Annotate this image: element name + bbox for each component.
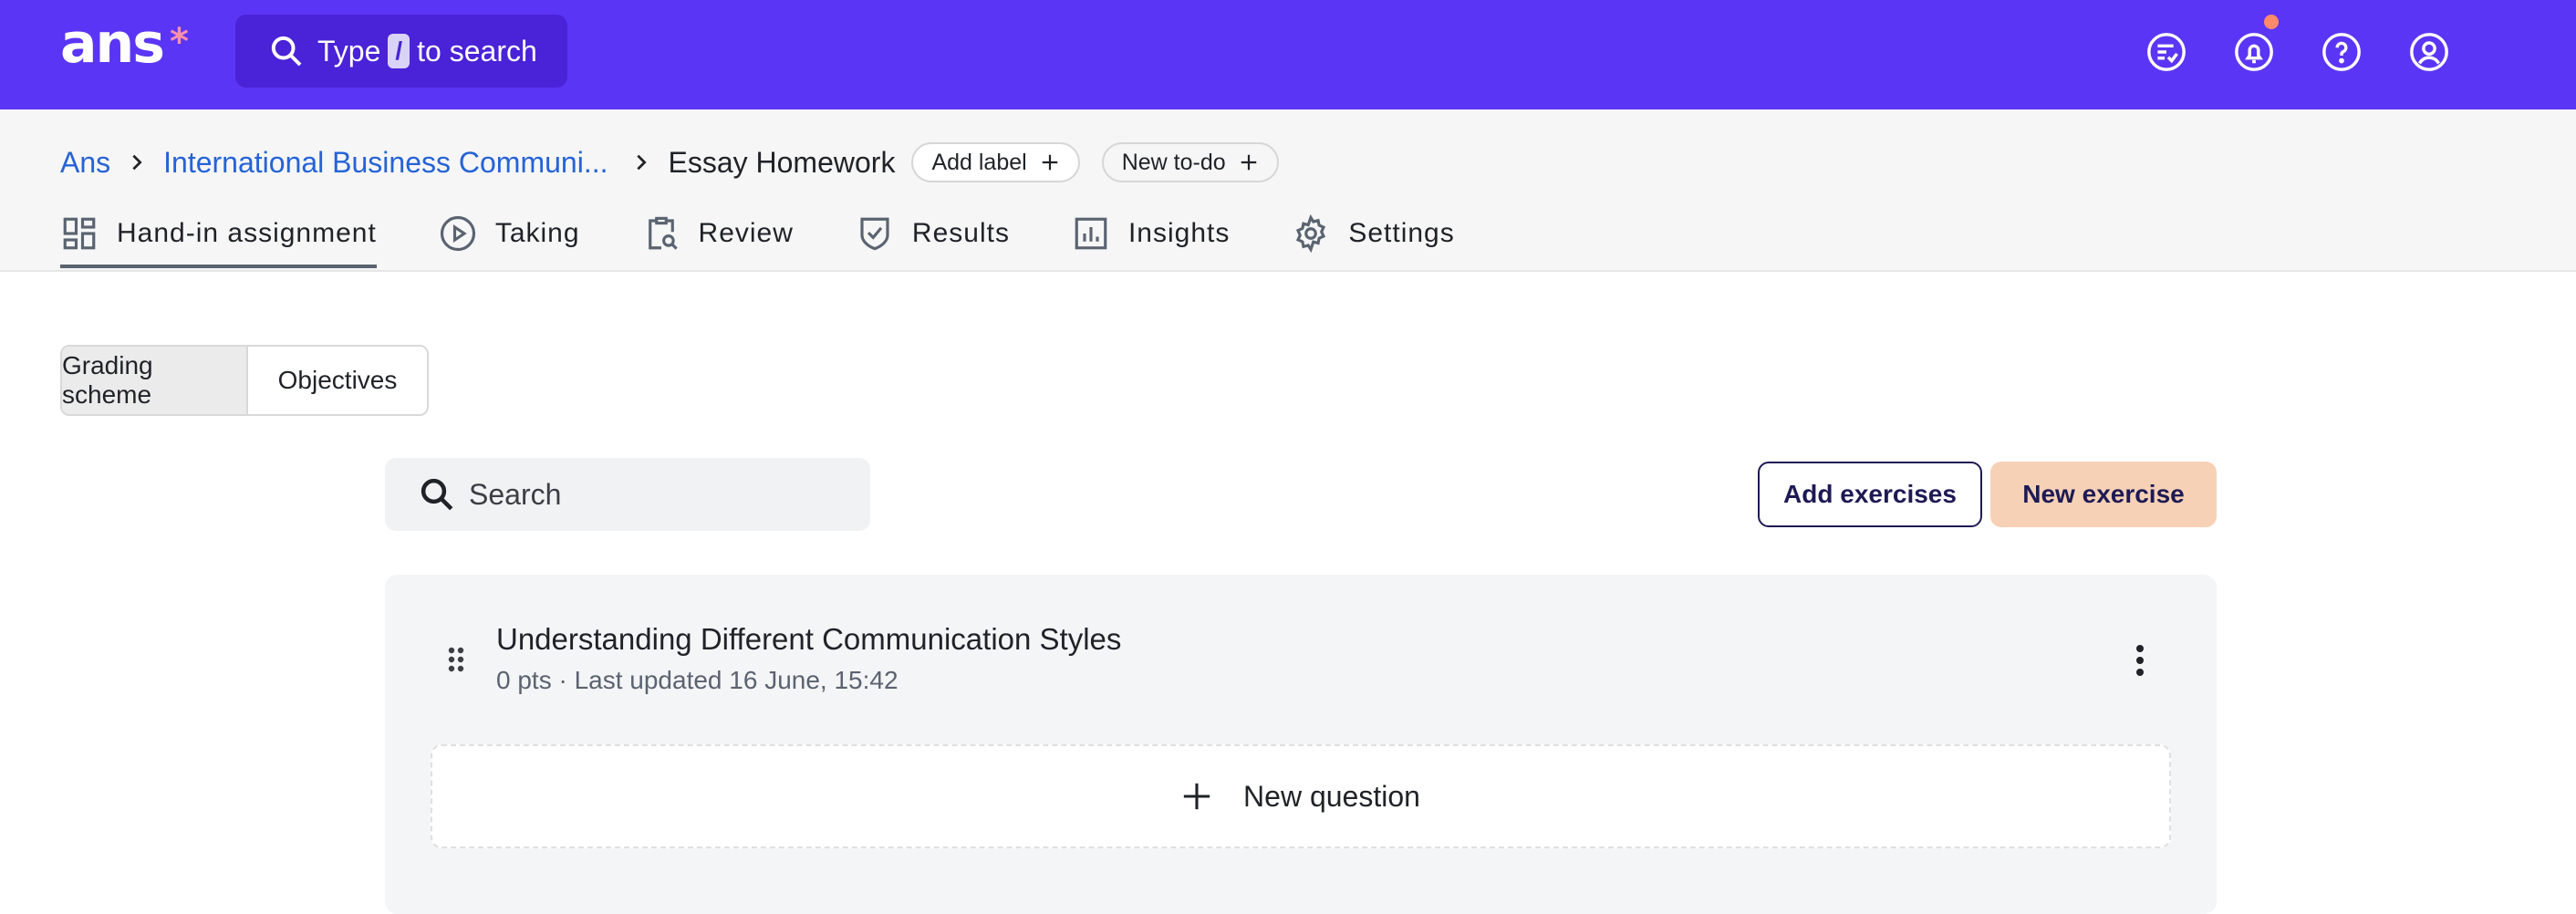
search-placeholder: Search xyxy=(469,477,562,511)
add-label-text: Add label xyxy=(931,149,1027,175)
tab-label: Hand-in assignment xyxy=(117,218,377,248)
plus-icon xyxy=(1183,783,1210,810)
shortcut-key: / xyxy=(388,34,410,68)
tab-label: Settings xyxy=(1348,218,1455,248)
help-icon[interactable] xyxy=(2317,27,2366,77)
tab-review[interactable]: Review xyxy=(642,203,794,265)
tab-label: Review xyxy=(698,218,794,248)
page-title: Essay Homework xyxy=(668,145,896,179)
breadcrumb-course[interactable]: International Business Communi... xyxy=(163,146,608,180)
tab-results[interactable]: Results xyxy=(856,203,1010,265)
new-todo-button[interactable]: New to-do xyxy=(1101,142,1279,182)
play-icon xyxy=(440,215,475,252)
objectives-toggle[interactable]: Objectives xyxy=(246,347,427,414)
chevron-right-icon xyxy=(127,152,147,172)
tab-label: Results xyxy=(911,218,1010,248)
search-prefix: Type xyxy=(317,34,381,68)
logo[interactable]: ans * xyxy=(60,16,189,71)
tab-settings[interactable]: Settings xyxy=(1292,203,1454,265)
clipboard-search-icon xyxy=(648,216,678,250)
plus-icon xyxy=(1241,154,1256,171)
add-label-button[interactable]: Add label xyxy=(911,142,1080,182)
add-exercises-button[interactable]: Add exercises xyxy=(1758,462,1982,527)
notification-dot xyxy=(2264,15,2279,29)
exercise-title[interactable]: Understanding Different Communication St… xyxy=(496,622,1121,657)
new-exercise-button[interactable]: New exercise xyxy=(1990,462,2217,527)
more-options-icon[interactable] xyxy=(2135,644,2145,677)
new-question-label: New question xyxy=(1243,779,1420,813)
tab-label: Taking xyxy=(494,218,580,248)
bell-icon[interactable] xyxy=(2229,15,2279,77)
drag-handle-icon[interactable] xyxy=(447,646,465,673)
tab-hand-in-assignment[interactable]: Hand-in assignment xyxy=(60,203,377,268)
gear-icon xyxy=(1296,214,1326,253)
grading-scheme-toggle[interactable]: Grading scheme xyxy=(62,347,246,414)
new-question-button[interactable]: New question xyxy=(431,744,2171,848)
bar-chart-icon xyxy=(1075,217,1107,250)
breadcrumb: Ans International Business Communi... Es… xyxy=(60,140,1279,184)
exercise-search-input[interactable]: Search xyxy=(385,458,870,531)
plus-icon xyxy=(1042,154,1057,171)
view-toggle: Grading scheme Objectives xyxy=(60,345,429,416)
breadcrumb-home[interactable]: Ans xyxy=(60,146,110,180)
global-search[interactable]: Type / to search xyxy=(235,15,567,88)
shield-check-icon xyxy=(860,217,889,251)
top-bar: ans * Type / to search xyxy=(0,0,2576,109)
checklist-icon[interactable] xyxy=(2142,27,2191,77)
exercise-card: Understanding Different Communication St… xyxy=(385,575,2217,914)
search-suffix: to search xyxy=(417,34,537,68)
user-icon[interactable] xyxy=(2405,27,2454,77)
search-icon xyxy=(271,36,302,67)
exercise-meta: 0 pts · Last updated 16 June, 15:42 xyxy=(496,666,898,694)
tab-insights[interactable]: Insights xyxy=(1072,203,1230,265)
dashboard-icon xyxy=(63,217,96,250)
assignment-tabs: Hand-in assignment Taking Review Results… xyxy=(60,203,1517,270)
tab-label: Insights xyxy=(1127,218,1231,248)
search-icon xyxy=(421,478,453,511)
tab-taking[interactable]: Taking xyxy=(439,203,580,265)
new-todo-text: New to-do xyxy=(1121,149,1226,175)
assignment-header: Ans International Business Communi... Es… xyxy=(0,109,2576,272)
chevron-right-icon xyxy=(631,152,651,172)
